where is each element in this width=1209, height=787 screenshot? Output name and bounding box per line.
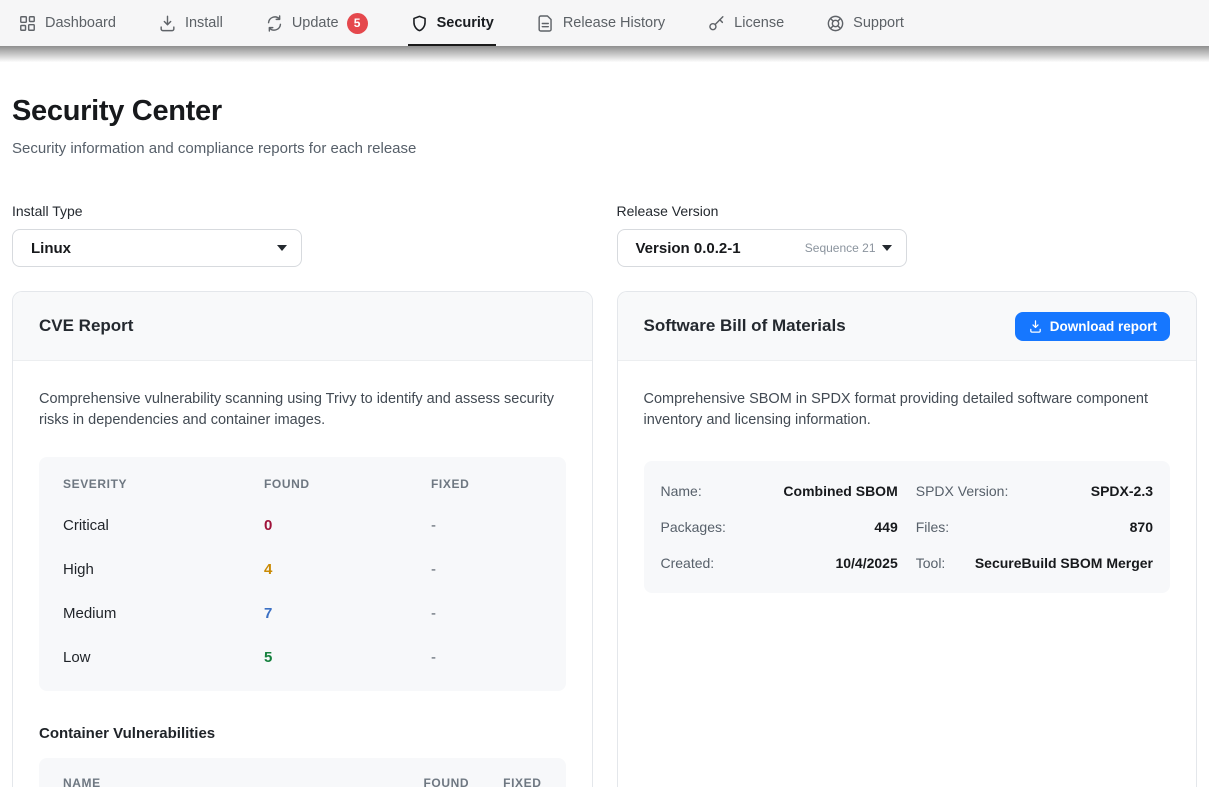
release-version-value: Version 0.0.2-1 bbox=[636, 240, 805, 257]
install-icon bbox=[158, 14, 177, 33]
nav-label: Dashboard bbox=[45, 15, 116, 31]
nav-label: Release History bbox=[563, 15, 665, 31]
nav-label: Security bbox=[437, 15, 494, 31]
sbom-detail-name: Name: Combined SBOM bbox=[661, 473, 898, 509]
update-icon bbox=[265, 14, 284, 33]
container-vulnerabilities-title: Container Vulnerabilities bbox=[39, 725, 566, 742]
nav-item-dashboard[interactable]: Dashboard bbox=[18, 0, 116, 46]
table-row-low: Low 5 - bbox=[63, 635, 542, 679]
container-table-header: Name Found Fixed bbox=[39, 758, 566, 787]
col-header-found: Found bbox=[264, 477, 431, 491]
table-row-high: High 4 - bbox=[63, 547, 542, 591]
install-type-select[interactable]: Linux bbox=[12, 229, 302, 267]
chevron-down-icon bbox=[882, 245, 892, 251]
table-row-medium: Medium 7 - bbox=[63, 591, 542, 635]
release-version-select[interactable]: Version 0.0.2-1 Sequence 21 bbox=[617, 229, 907, 267]
nav-item-update[interactable]: Update 5 bbox=[265, 0, 368, 46]
nav-label: Update bbox=[292, 15, 339, 31]
col-header-fixed: Fixed bbox=[499, 776, 542, 787]
col-header-severity: Severity bbox=[63, 477, 264, 491]
page-subtitle: Security information and compliance repo… bbox=[12, 140, 1197, 157]
top-navigation: Dashboard Install Update 5 Security Rele… bbox=[0, 0, 1209, 46]
download-report-label: Download report bbox=[1050, 319, 1157, 334]
col-header-found: Found bbox=[424, 776, 499, 787]
header-shadow-band bbox=[0, 46, 1209, 62]
sbom-card: Software Bill of Materials Download repo… bbox=[617, 291, 1198, 787]
chevron-down-icon bbox=[277, 245, 287, 251]
update-count-badge: 5 bbox=[347, 13, 368, 34]
sbom-detail-created: Created: 10/4/2025 bbox=[661, 545, 898, 581]
nav-item-release-history[interactable]: Release History bbox=[536, 0, 665, 46]
col-header-fixed: Fixed bbox=[431, 477, 542, 491]
download-report-button[interactable]: Download report bbox=[1015, 312, 1170, 341]
table-row-critical: Critical 0 - bbox=[63, 503, 542, 547]
col-header-name: Name bbox=[63, 776, 424, 787]
security-shield-icon bbox=[410, 14, 429, 33]
cve-summary-table: Severity Found Fixed Critical 0 - High 4… bbox=[39, 457, 566, 691]
sbom-detail-tool: Tool: SecureBuild SBOM Merger bbox=[916, 545, 1153, 581]
release-version-label: Release Version bbox=[617, 203, 1198, 219]
download-icon bbox=[1028, 319, 1043, 334]
cve-report-card: CVE Report Comprehensive vulnerability s… bbox=[12, 291, 593, 787]
cve-report-description: Comprehensive vulnerability scanning usi… bbox=[39, 389, 564, 431]
sbom-description: Comprehensive SBOM in SPDX format provid… bbox=[644, 389, 1169, 431]
dashboard-icon bbox=[18, 14, 37, 33]
release-history-icon bbox=[536, 14, 555, 33]
nav-item-security[interactable]: Security bbox=[410, 0, 494, 46]
nav-item-license[interactable]: License bbox=[707, 0, 784, 46]
sbom-detail-packages: Packages: 449 bbox=[661, 509, 898, 545]
page-title: Security Center bbox=[12, 95, 1197, 128]
install-type-label: Install Type bbox=[12, 203, 593, 219]
install-type-value: Linux bbox=[31, 240, 277, 257]
release-sequence-label: Sequence 21 bbox=[805, 241, 876, 255]
sbom-title: Software Bill of Materials bbox=[644, 316, 846, 336]
cve-report-title: CVE Report bbox=[39, 316, 133, 336]
sbom-detail-files: Files: 870 bbox=[916, 509, 1153, 545]
support-lifebuoy-icon bbox=[826, 14, 845, 33]
nav-label: Support bbox=[853, 15, 904, 31]
nav-item-install[interactable]: Install bbox=[158, 0, 223, 46]
nav-item-support[interactable]: Support bbox=[826, 0, 904, 46]
nav-label: License bbox=[734, 15, 784, 31]
nav-label: Install bbox=[185, 15, 223, 31]
license-key-icon bbox=[707, 14, 726, 33]
sbom-details-table: Name: Combined SBOM SPDX Version: SPDX-2… bbox=[644, 461, 1171, 593]
sbom-detail-spdx-version: SPDX Version: SPDX-2.3 bbox=[916, 473, 1153, 509]
